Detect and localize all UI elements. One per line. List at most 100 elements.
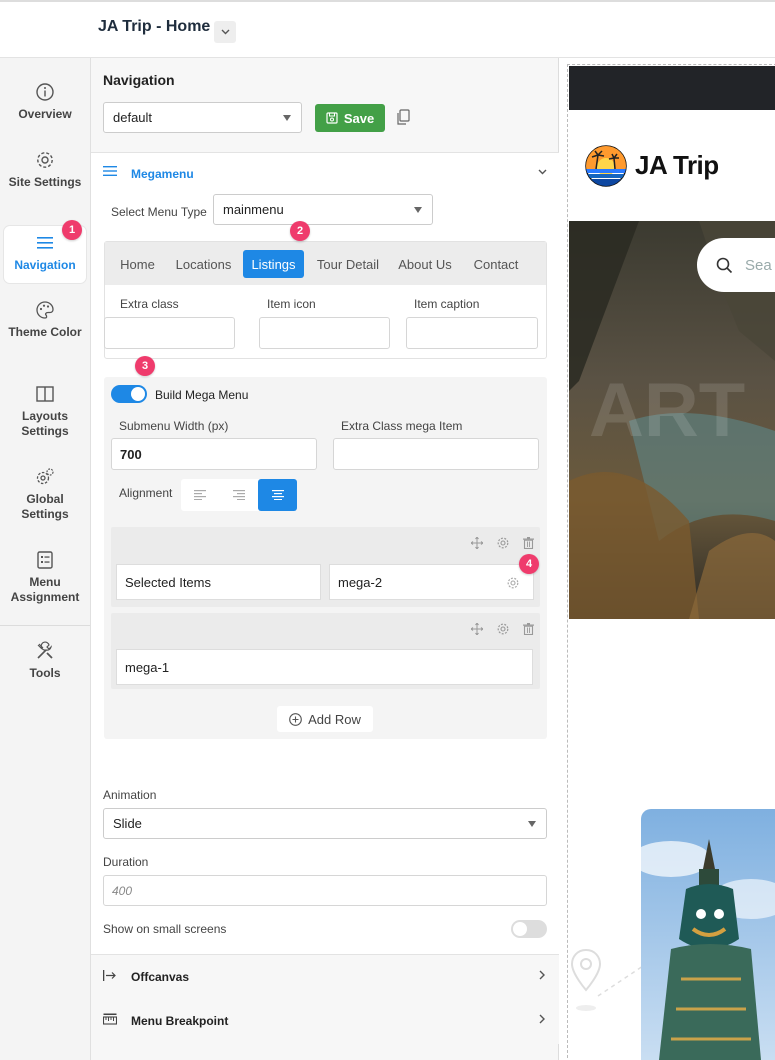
preset-select-value: default [113,110,153,125]
align-center-button[interactable] [258,479,297,511]
sidebar-divider [0,625,90,626]
animation-value: Slide [113,816,142,831]
mega-row: mega-1 [111,613,540,689]
copy-icon[interactable] [396,109,410,125]
search-icon [716,257,733,274]
page-title: JA Trip - Home [98,18,211,35]
sidebar-item-overview[interactable]: Overview [4,82,86,122]
item-caption-input[interactable] [406,317,538,349]
list-icon [37,551,53,569]
move-icon[interactable] [471,623,483,635]
align-right-icon [233,490,245,500]
step-badge-1: 1 [62,220,82,240]
build-mega-menu-toggle[interactable] [111,385,147,403]
animation-label: Animation [103,788,157,802]
menu-icon [103,166,117,176]
trash-icon[interactable] [523,623,534,635]
chevron-down-icon [221,29,229,35]
row-tools [471,623,534,635]
submenu-width-input[interactable]: 700 [111,438,317,470]
tab-locations[interactable]: Locations [168,250,239,278]
mega-column-label: mega-2 [338,574,383,590]
align-right-button[interactable] [220,479,258,511]
offcanvas-title: Offcanvas [131,970,190,984]
menu-type-select[interactable]: mainmenu [213,194,433,225]
megamenu-title: Megamenu [131,167,194,181]
add-row-button[interactable]: Add Row [277,706,373,732]
item-icon-label: Item icon [267,297,316,311]
tab-tour-detail[interactable]: Tour Detail [309,250,387,278]
site-preview: JA Trip ART Sea [560,58,775,1060]
menu-item-settings: Home Locations Listings Tour Detail Abou… [104,241,547,359]
preset-select[interactable]: default [103,102,302,133]
save-button[interactable]: Save [315,104,385,132]
preview-search-box[interactable]: Sea [697,238,775,292]
site-logo-text: JA Trip [635,150,719,180]
extra-class-input[interactable] [104,317,235,349]
logo-sunset-icon [585,145,627,187]
trash-icon[interactable] [523,537,534,549]
duration-input[interactable]: 400 [103,875,547,906]
sidebar-item-global-settings[interactable]: Global Settings [4,467,86,522]
sidebar-item-label: Overview [18,107,72,121]
mega-column[interactable]: mega-2 [329,564,534,600]
menu-breakpoint-section[interactable]: Menu Breakpoint [91,999,559,1044]
sidebar-item-theme-color[interactable]: Theme Color [4,300,86,340]
sidebar: Overview Site Settings Navigation Theme … [0,58,91,1060]
panel-title: Navigation [103,72,175,88]
top-bar: JA Trip - Home [0,0,775,58]
menu-type-label: Select Menu Type [111,205,207,219]
menu-icon [37,237,53,249]
menu-breakpoint-title: Menu Breakpoint [131,1014,229,1028]
tools-icon [37,641,53,659]
row-tools [471,537,534,549]
sidebar-item-menu-assignment[interactable]: Menu Assignment [4,550,86,605]
chevron-down-icon[interactable] [538,169,547,175]
menu-items-tabs: Home Locations Listings Tour Detail Abou… [105,242,546,285]
title-dropdown-button[interactable] [214,21,236,43]
sidebar-item-site-settings[interactable]: Site Settings [4,150,86,190]
item-caption-label: Item caption [414,297,480,311]
save-button-label: Save [343,110,375,126]
small-screens-toggle[interactable] [511,920,547,938]
extra-class-label: Extra class [120,297,179,311]
sidebar-item-label: Site Settings [8,175,82,189]
tab-home[interactable]: Home [111,250,164,278]
sidebar-item-label: Layouts Settings [21,409,69,438]
mega-column[interactable]: mega-1 [116,649,533,685]
gear-icon [37,152,53,168]
gear-icon[interactable] [507,577,519,589]
tab-about-us[interactable]: About Us [391,250,459,278]
tab-contact[interactable]: Contact [463,250,529,278]
move-icon[interactable] [471,537,483,549]
alignment-group [181,479,297,511]
sidebar-item-label: Theme Color [8,325,82,339]
caret-down-icon [414,206,422,213]
toggle-knob [131,387,145,401]
sidebar-item-layouts-settings[interactable]: Layouts Settings [4,384,86,439]
layout-icon [36,386,54,402]
svg-text:ART: ART [589,368,745,453]
caret-down-icon [283,114,291,121]
animation-select[interactable]: Slide [103,808,547,839]
mega-column[interactable]: Selected Items [116,564,321,600]
duration-label: Duration [103,855,149,869]
align-left-button[interactable] [181,479,219,511]
caret-down-icon [528,820,536,827]
submenu-width-label: Submenu Width (px) [119,419,229,433]
sidebar-item-label: Menu Assignment [10,575,80,604]
gear-icon[interactable] [497,537,509,549]
tab-listings[interactable]: Listings [243,250,304,278]
gears-icon [36,468,54,485]
preview-top-bar [569,66,775,110]
add-row-label: Add Row [308,711,361,727]
offcanvas-section[interactable]: Offcanvas [91,954,559,999]
chevron-right-icon [539,970,545,980]
align-left-icon [194,490,206,500]
extra-class-mega-input[interactable] [333,438,539,470]
small-screens-label: Show on small screens [103,922,227,936]
gear-icon[interactable] [497,623,509,635]
item-icon-input[interactable] [259,317,390,349]
arrow-right-bar-icon [103,970,116,981]
sidebar-item-tools[interactable]: Tools [4,641,86,681]
